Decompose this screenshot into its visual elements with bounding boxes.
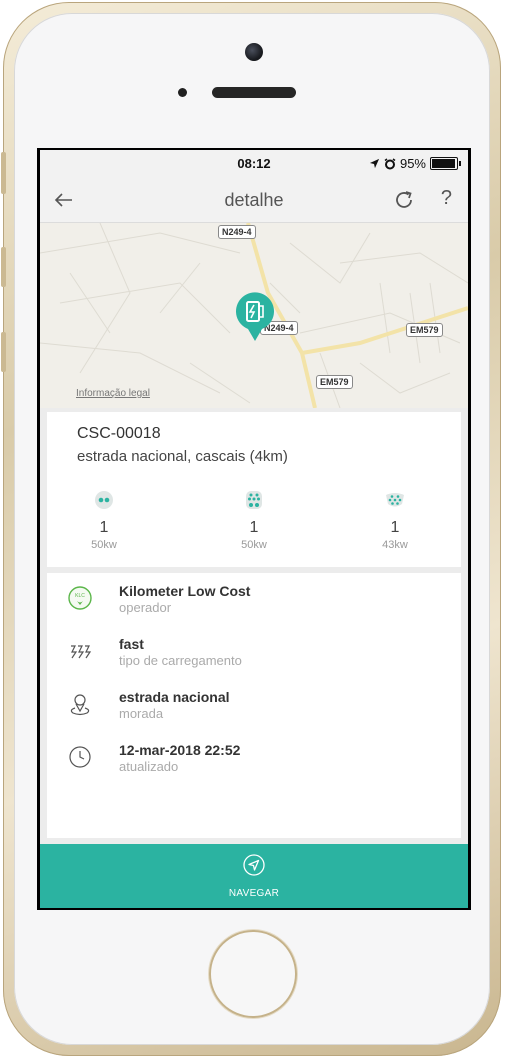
lightning-icon <box>71 645 92 659</box>
detail-charge-type: fast tipo de carregamento <box>47 634 461 678</box>
legal-info-link[interactable]: Informação legal <box>76 388 150 399</box>
road-label: EM579 <box>316 375 353 389</box>
volume-up-button <box>1 247 6 287</box>
connector-chademo-icon <box>95 491 113 509</box>
earpiece-speaker <box>212 87 296 98</box>
proximity-sensor <box>178 88 187 97</box>
road-label: EM579 <box>406 323 443 337</box>
navigation-arrow-icon <box>243 854 265 876</box>
station-card: CSC-00018 estrada nacional, cascais (4km… <box>47 412 461 481</box>
connectors-panel: 1 50kw 1 50kw 1 43kw <box>47 480 461 567</box>
battery-percent: 95% <box>399 156 426 171</box>
clock-icon <box>69 746 91 768</box>
details-panel: KLC Kilometer Low Cost operador fast tip… <box>47 573 461 838</box>
connector-ccs-icon <box>246 491 262 509</box>
front-camera <box>245 43 263 61</box>
volume-down-button <box>1 332 6 372</box>
operator-logo-icon: KLC <box>68 586 92 610</box>
connector-count: 1 <box>390 519 400 536</box>
navigate-button[interactable]: NAVEGAR <box>40 844 468 908</box>
station-code: CSC-00018 <box>77 425 161 442</box>
battery-fill <box>432 159 455 168</box>
app-screen: 08:12 95% detalhe ? N249-4 N249-4 EM579 … <box>40 150 468 908</box>
phone-screen: 08:12 95% detalhe ? N249-4 N249-4 EM579 … <box>37 148 471 910</box>
operator-label: operador <box>119 600 172 615</box>
connector-power: 43kw <box>382 539 408 551</box>
detail-updated: 12-mar-2018 22:52 atualizado <box>47 740 461 784</box>
address-label: morada <box>119 706 164 721</box>
map-view[interactable]: N249-4 N249-4 EM579 EM579 Informação leg… <box>40 223 468 408</box>
location-icon <box>70 694 90 716</box>
status-bar: 08:12 95% <box>40 150 468 178</box>
connector-item: 1 50kw <box>204 490 304 551</box>
home-button[interactable] <box>209 930 297 1018</box>
operator-logo-text: KLC <box>75 593 85 599</box>
connector-item: 1 50kw <box>54 490 154 551</box>
connector-power: 50kw <box>91 539 117 551</box>
status-indicators: 95% <box>369 156 461 171</box>
updated-value: 12-mar-2018 22:52 <box>119 742 241 758</box>
connector-count: 1 <box>249 519 259 536</box>
address-value: estrada nacional <box>119 689 230 705</box>
alarm-icon <box>384 157 396 169</box>
refresh-icon[interactable] <box>392 188 416 212</box>
navigation-bar: detalhe ? <box>40 178 468 223</box>
connector-count: 1 <box>99 519 109 536</box>
navigate-label: NAVEGAR <box>228 888 280 899</box>
road-label: N249-4 <box>218 225 256 239</box>
connector-item: 1 43kw <box>345 490 445 551</box>
detail-operator: KLC Kilometer Low Cost operador <box>47 581 461 625</box>
charge-type-label: tipo de carregamento <box>119 653 242 668</box>
updated-label: atualizado <box>119 759 179 774</box>
detail-address: estrada nacional morada <box>47 687 461 731</box>
battery-icon <box>430 157 461 170</box>
operator-name: Kilometer Low Cost <box>119 583 251 599</box>
connector-type2-icon <box>386 493 404 507</box>
charger-map-pin-icon[interactable] <box>234 291 276 343</box>
mute-switch <box>1 152 6 194</box>
station-address: estrada nacional, cascais (4km) <box>77 448 288 465</box>
location-arrow-icon <box>369 158 380 169</box>
charge-type-value: fast <box>119 636 144 652</box>
help-button[interactable]: ? <box>441 187 452 210</box>
connector-power: 50kw <box>241 539 267 551</box>
